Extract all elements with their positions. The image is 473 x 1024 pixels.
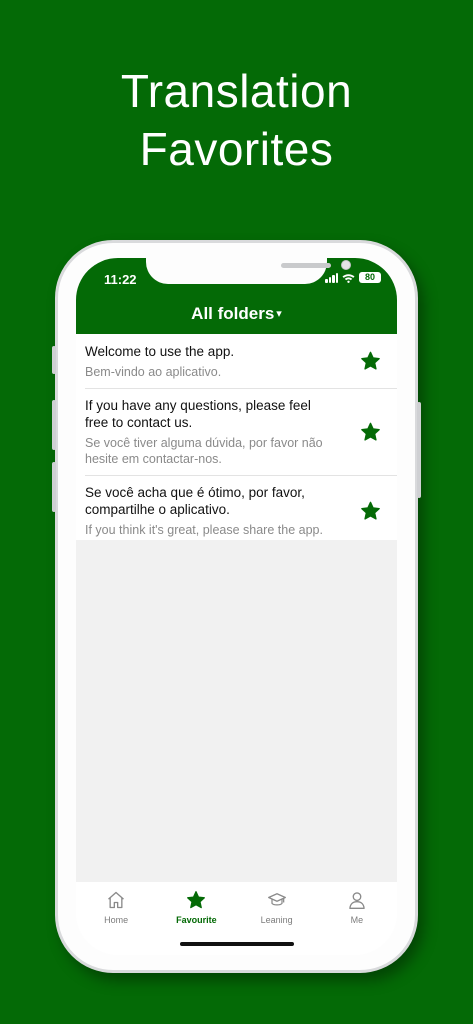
graduation-cap-icon [267, 893, 286, 906]
status-time: 11:22 [104, 272, 137, 287]
favorites-list: Welcome to use the app. Bem-vindo ao apl… [76, 334, 397, 546]
list-empty-area [76, 540, 397, 882]
cellular-signal-icon [325, 272, 338, 283]
star-icon[interactable] [360, 422, 381, 442]
folder-selector-label: All folders [191, 304, 275, 323]
folder-selector[interactable]: All folders ▾ [76, 304, 397, 324]
person-icon [349, 892, 365, 909]
tab-me[interactable]: Me [317, 882, 397, 955]
home-indicator[interactable] [180, 942, 294, 946]
status-icons: 80 [325, 272, 381, 283]
tab-favourite-label: Favourite [176, 915, 217, 925]
favorite-translation-text: Se você tiver alguma dúvida, por favor n… [85, 436, 323, 466]
star-icon[interactable] [360, 351, 381, 371]
favorite-translation-text: Bem-vindo ao aplicativo. [85, 365, 222, 379]
favorite-translation-text: If you think it's great, please share th… [85, 523, 323, 537]
tab-home[interactable]: Home [76, 882, 156, 955]
phone-silent-switch [52, 346, 56, 374]
tab-leaning-label: Leaning [260, 915, 293, 925]
caret-down-icon: ▾ [276, 308, 282, 320]
app-screen: 11:22 80 All folders ▾ Welcome to use the… [76, 258, 397, 955]
speaker-grille [281, 263, 331, 268]
star-icon [187, 891, 206, 909]
favorite-item[interactable]: Se você acha que é ótimo, por favor, com… [76, 475, 397, 546]
phone-volume-up [52, 400, 56, 450]
phone-notch [146, 258, 351, 284]
promo-headline: Translation Favorites [0, 62, 473, 178]
home-icon [108, 891, 125, 909]
favorite-source-text: If you have any questions, please feel f… [85, 398, 311, 430]
favorite-source-text: Se você acha que é ótimo, por favor, com… [85, 485, 305, 517]
phone-power-button [417, 402, 421, 498]
headline-line-2: Favorites [139, 123, 334, 175]
tab-home-label: Home [104, 915, 129, 925]
star-icon[interactable] [360, 501, 381, 521]
favorite-item[interactable]: If you have any questions, please feel f… [76, 388, 397, 475]
headline-line-1: Translation [120, 65, 353, 117]
phone-volume-down [52, 462, 56, 512]
front-camera [341, 260, 351, 270]
battery-icon: 80 [359, 272, 381, 283]
favorite-source-text: Welcome to use the app. [85, 344, 235, 359]
tab-me-label: Me [350, 915, 364, 925]
app-header: 11:22 80 All folders ▾ [76, 258, 397, 334]
wifi-icon [342, 273, 355, 283]
favorite-item[interactable]: Welcome to use the app. Bem-vindo ao apl… [76, 334, 397, 388]
